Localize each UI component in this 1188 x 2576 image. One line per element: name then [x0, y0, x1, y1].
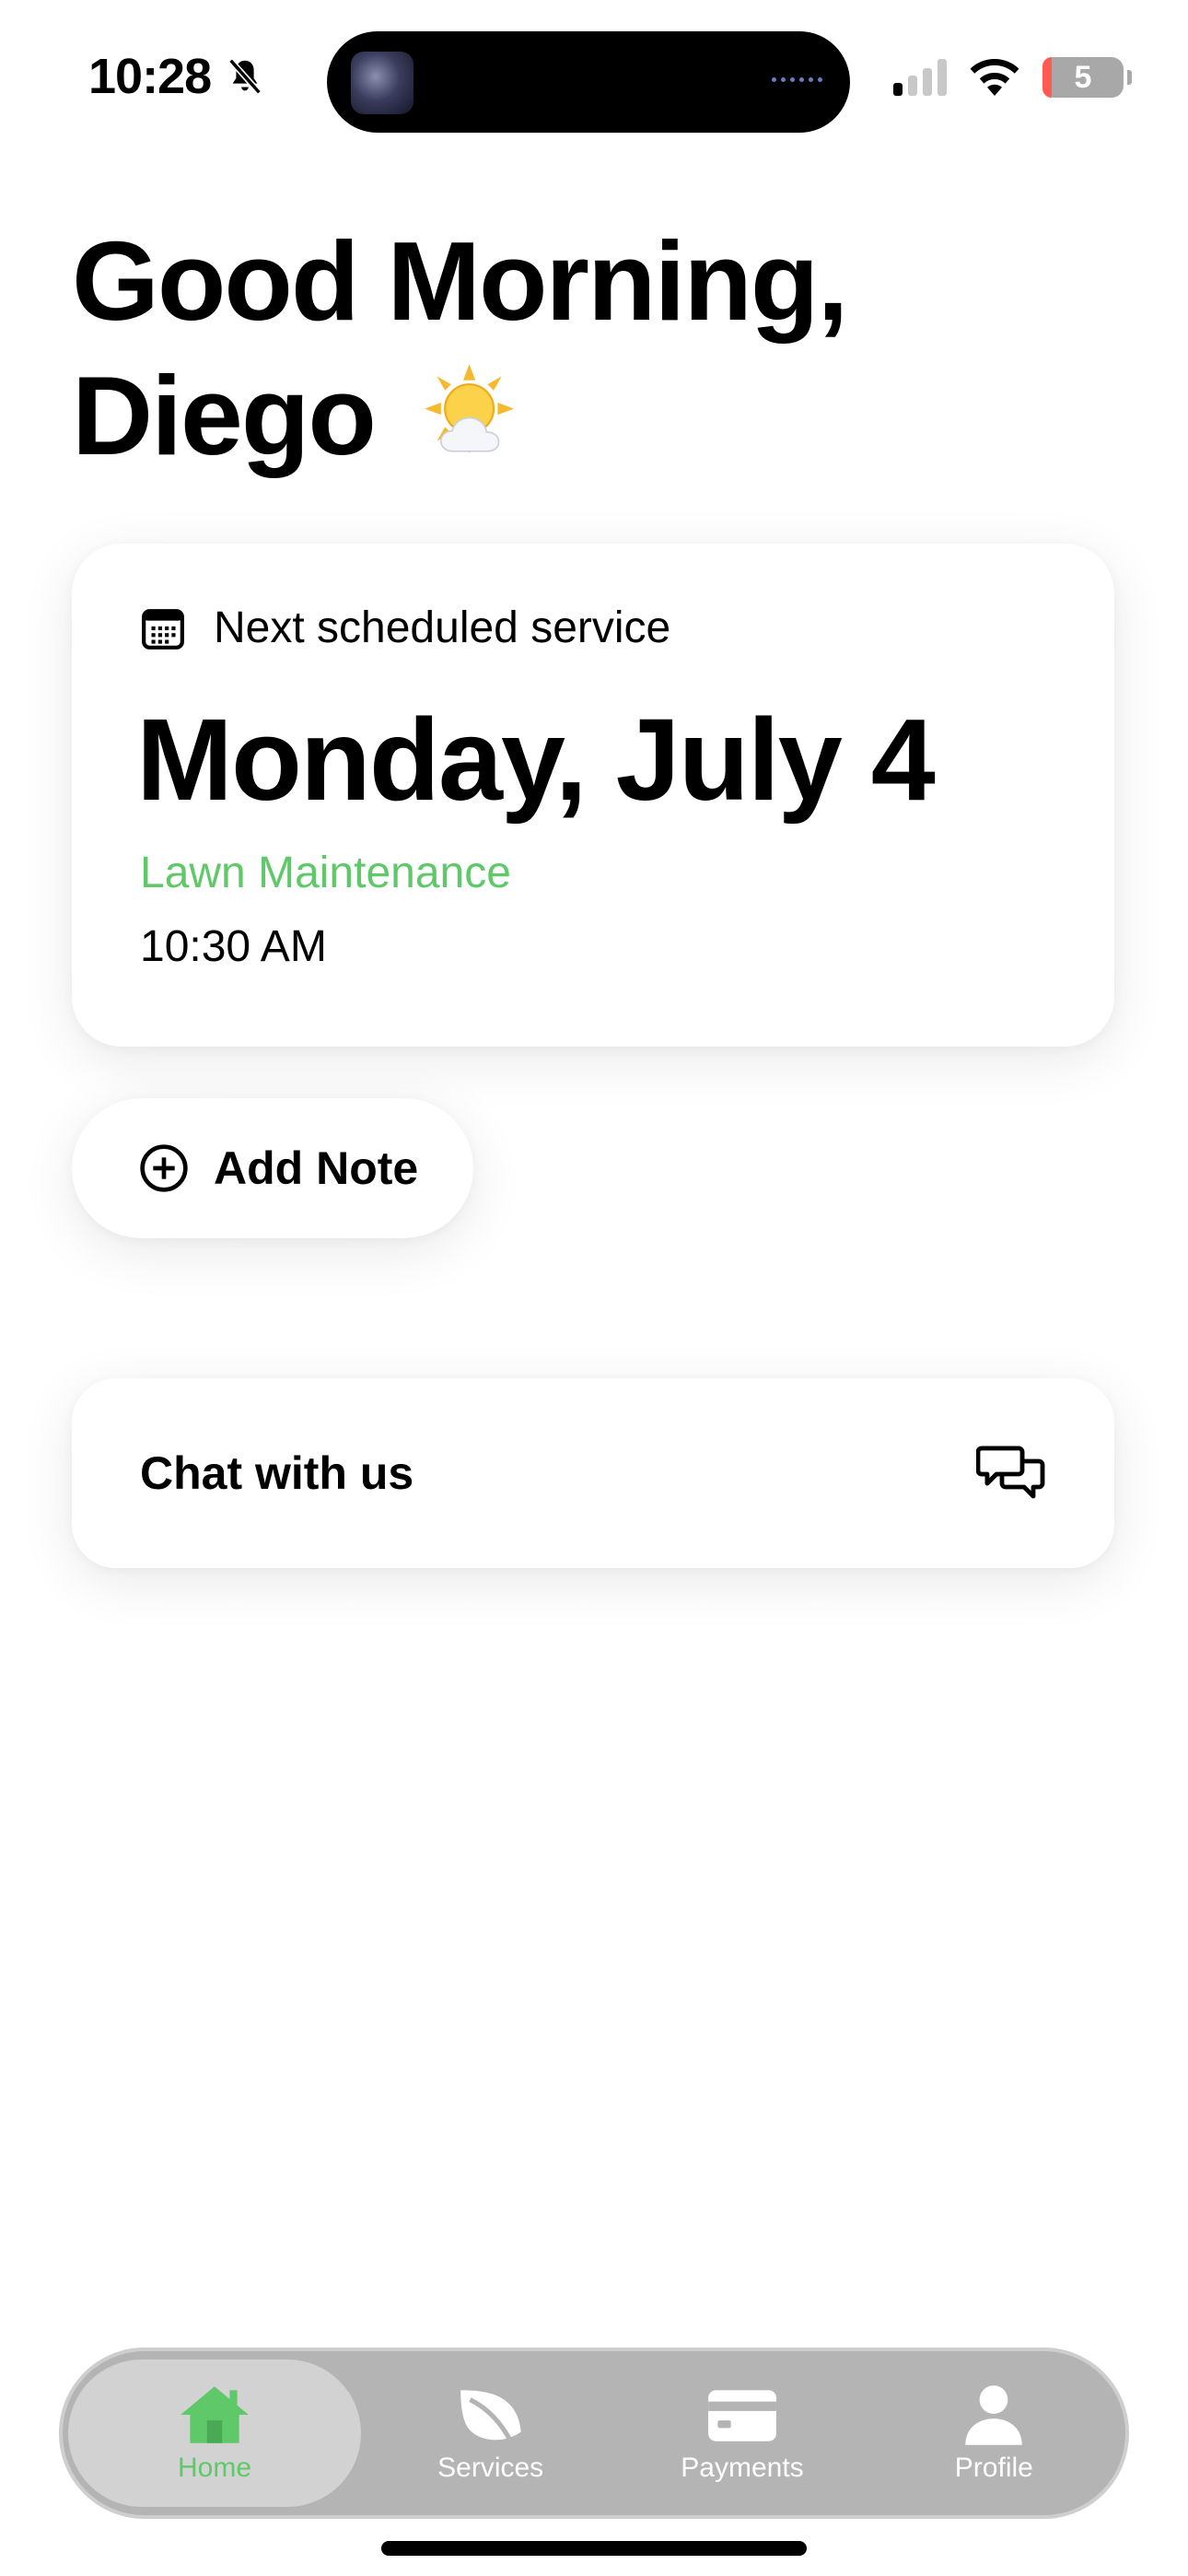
add-note-button[interactable]: Add Note [72, 1098, 473, 1238]
now-playing-artwork [351, 52, 413, 114]
tab-services[interactable]: Services [365, 2359, 616, 2507]
chat-bubbles-icon [976, 1446, 1045, 1499]
bell-muted-icon [228, 58, 262, 95]
status-bar-time: 10:28 [88, 48, 266, 105]
next-service-header: Next scheduled service [140, 603, 670, 653]
next-service-label: Next scheduled service [214, 603, 671, 652]
next-service-card[interactable]: Next scheduled service Monday, July 4 La… [72, 544, 1114, 1047]
battery-level: 5 [1074, 59, 1092, 95]
calendar-icon [142, 608, 184, 650]
service-type: Lawn Maintenance [140, 849, 511, 897]
home-icon [181, 2386, 249, 2443]
tab-label: Profile [954, 2453, 1033, 2483]
tab-home[interactable]: Home [68, 2359, 361, 2507]
dynamic-island[interactable] [327, 31, 850, 133]
clock-text: 10:28 [88, 49, 212, 104]
service-date: Monday, July 4 [136, 695, 936, 825]
plus-circle-icon [140, 1144, 188, 1192]
service-time: 10:30 AM [140, 922, 327, 971]
leaf-icon [460, 2390, 521, 2444]
user-name: Diego [72, 353, 377, 478]
chat-label: Chat with us [140, 1447, 414, 1499]
tab-payments[interactable]: Payments [616, 2359, 868, 2507]
person-icon [965, 2385, 1023, 2445]
tab-label: Payments [681, 2453, 804, 2483]
tab-label: Services [437, 2453, 544, 2483]
tab-bar: Home Services Payments Profile [59, 2348, 1129, 2519]
status-bar-indicators: 5 [893, 57, 1132, 98]
greeting-line: Good Morning, [72, 218, 848, 344]
battery-icon: 5 [1042, 57, 1132, 98]
audio-waveform-icon [772, 77, 822, 82]
home-indicator[interactable] [381, 2541, 807, 2556]
tab-label: Home [177, 2453, 252, 2483]
credit-card-icon [708, 2390, 776, 2441]
home-screen: 10:28 5 Good Morning, Diego Next schedul… [0, 0, 1188, 2576]
add-note-label: Add Note [214, 1142, 419, 1194]
sun-behind-cloud-icon [425, 364, 514, 453]
cellular-signal-icon [893, 59, 947, 96]
tab-profile[interactable]: Profile [868, 2359, 1120, 2507]
wifi-icon [970, 59, 1019, 96]
greeting-heading: Good Morning, Diego [72, 214, 1085, 483]
chat-with-us-button[interactable]: Chat with us [72, 1378, 1114, 1568]
greeting-name-line: Diego [72, 348, 1085, 483]
